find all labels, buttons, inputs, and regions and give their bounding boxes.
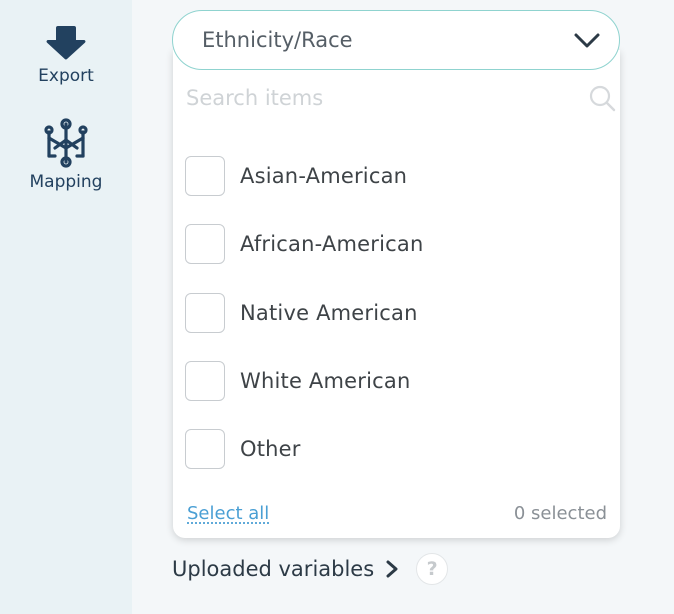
select-all-link[interactable]: Select all: [187, 503, 269, 524]
sidebar-item-export[interactable]: Export: [0, 24, 132, 86]
chevron-down-icon[interactable]: [573, 29, 601, 51]
ethnicity-select[interactable]: Ethnicity/Race: [172, 10, 620, 70]
download-arrow-icon: [46, 26, 86, 60]
checkbox[interactable]: [185, 293, 225, 333]
dropdown-footer: Select all 0 selected: [187, 499, 607, 527]
uploaded-variables-row: Uploaded variables ?: [172, 552, 449, 586]
sidebar-item-label: Mapping: [29, 172, 103, 192]
option-other[interactable]: Other: [185, 429, 605, 469]
sidebar-item-label: Export: [38, 66, 94, 86]
dropdown-panel: Asian-American African-American Native A…: [173, 50, 620, 538]
uploaded-variables-link[interactable]: Uploaded variables: [172, 557, 374, 581]
checkbox[interactable]: [185, 156, 225, 196]
sidebar: Export Mapping: [0, 0, 132, 614]
option-label: African-American: [240, 232, 424, 256]
main-panel: Ethnicity/Race Asian-American African-Am…: [132, 0, 674, 614]
option-label: Asian-American: [240, 164, 408, 188]
option-white-american[interactable]: White American: [185, 361, 605, 401]
chevron-right-icon[interactable]: [384, 558, 400, 580]
search-row: [186, 80, 616, 116]
option-native-american[interactable]: Native American: [185, 293, 605, 333]
option-asian-american[interactable]: Asian-American: [185, 156, 605, 196]
option-label: Native American: [240, 301, 418, 325]
checkbox[interactable]: [185, 429, 225, 469]
option-african-american[interactable]: African-American: [185, 224, 605, 264]
checkbox[interactable]: [185, 361, 225, 401]
option-label: White American: [240, 369, 411, 393]
checkbox[interactable]: [185, 224, 225, 264]
mapping-icon: [44, 118, 88, 168]
option-label: Other: [240, 437, 301, 461]
selected-count: 0 selected: [513, 502, 607, 524]
search-icon[interactable]: [588, 84, 616, 112]
sidebar-item-mapping[interactable]: Mapping: [0, 118, 132, 192]
search-input[interactable]: [186, 86, 566, 110]
help-button[interactable]: ?: [416, 553, 449, 585]
select-value: Ethnicity/Race: [202, 28, 353, 52]
